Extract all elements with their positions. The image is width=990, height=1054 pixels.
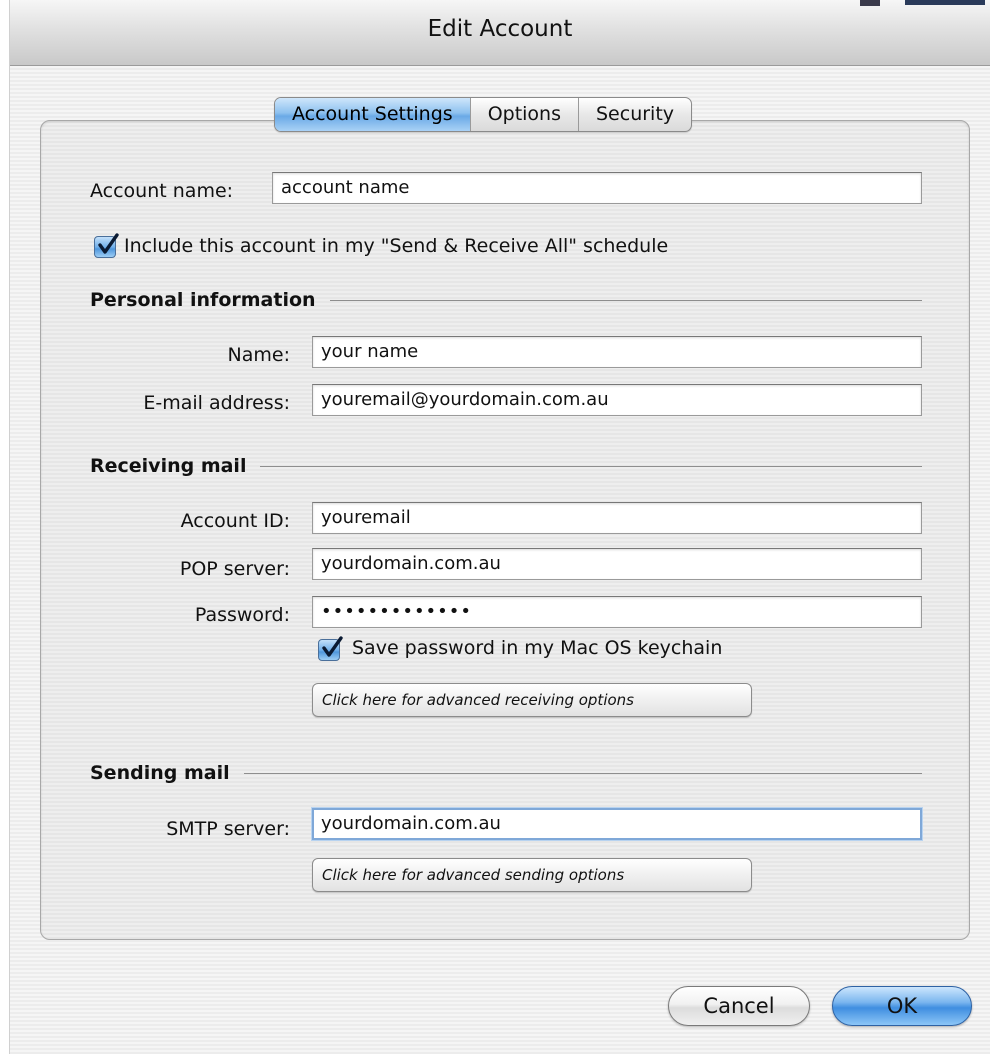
include-in-send-receive-checkbox[interactable] — [94, 233, 119, 258]
account-name-label: Account name: — [90, 180, 234, 202]
ok-button[interactable]: OK — [832, 986, 972, 1026]
section-divider — [329, 299, 922, 301]
background-window-fragment — [905, 0, 985, 5]
pop-server-field[interactable]: yourdomain.com.au — [312, 548, 922, 580]
advanced-receiving-options-button[interactable]: Click here for advanced receiving option… — [312, 683, 752, 717]
background-window-fragment — [860, 0, 880, 6]
account-id-label: Account ID: — [180, 510, 290, 532]
section-divider — [260, 465, 922, 467]
tab-security[interactable]: Security — [578, 98, 691, 131]
smtp-server-label: SMTP server: — [166, 818, 290, 840]
tab-options[interactable]: Options — [469, 98, 578, 131]
include-in-send-receive-label: Include this account in my "Send & Recei… — [124, 235, 669, 257]
advanced-sending-options-button[interactable]: Click here for advanced sending options — [312, 858, 752, 892]
checkmark-icon — [98, 233, 119, 254]
name-label: Name: — [227, 344, 290, 366]
window-left-edge — [0, 0, 10, 1054]
account-id-field[interactable]: youremail — [312, 502, 922, 534]
password-field[interactable]: ••••••••••••• — [312, 596, 922, 628]
pop-server-label: POP server: — [179, 558, 290, 580]
cancel-button[interactable]: Cancel — [668, 986, 810, 1026]
account-name-field[interactable]: account name — [272, 172, 922, 204]
save-password-keychain-label: Save password in my Mac OS keychain — [352, 637, 723, 659]
email-label: E-mail address: — [143, 392, 290, 414]
personal-information-heading-text: Personal information — [90, 289, 316, 311]
title-bar[interactable]: Edit Account — [10, 0, 990, 66]
personal-information-heading: Personal information — [90, 289, 922, 311]
name-field[interactable]: your name — [312, 336, 922, 368]
receiving-mail-heading-text: Receiving mail — [90, 455, 247, 477]
email-field[interactable]: youremail@yourdomain.com.au — [312, 384, 922, 416]
receiving-mail-heading: Receiving mail — [90, 455, 922, 477]
save-password-keychain-checkbox[interactable] — [318, 636, 343, 661]
tab-bar: Account Settings Options Security — [274, 97, 693, 132]
smtp-server-field[interactable]: yourdomain.com.au — [312, 808, 922, 840]
sending-mail-heading: Sending mail — [90, 762, 922, 784]
checkmark-icon — [322, 636, 343, 657]
tab-account-settings[interactable]: Account Settings — [275, 98, 470, 131]
window-title: Edit Account — [427, 16, 573, 42]
sending-mail-heading-text: Sending mail — [90, 762, 230, 784]
section-divider — [243, 772, 922, 774]
password-label: Password: — [194, 604, 290, 626]
